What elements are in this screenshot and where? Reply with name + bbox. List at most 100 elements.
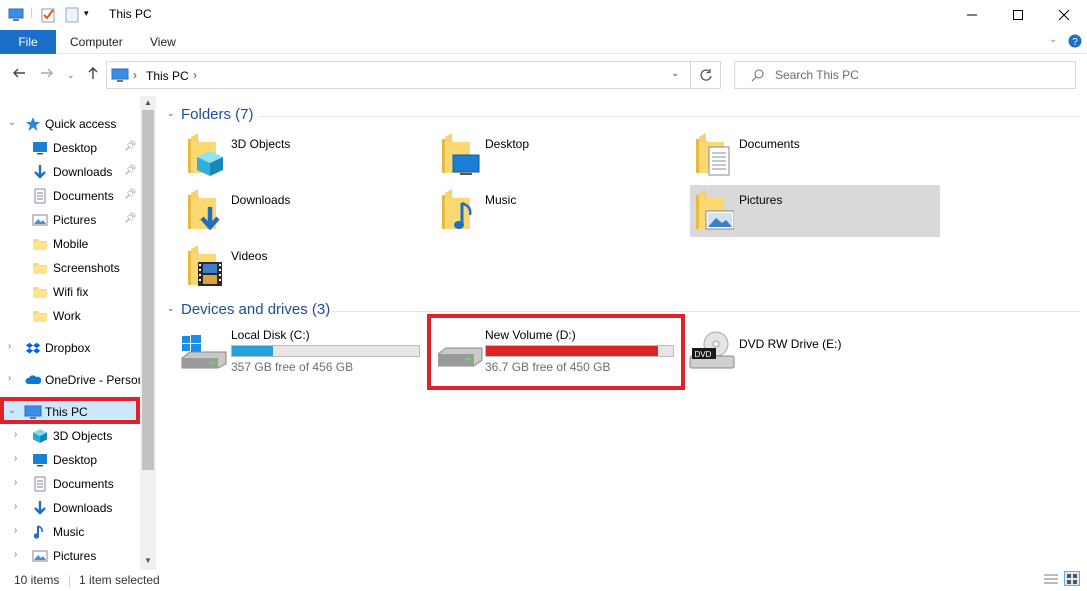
drive-dvd-rw-drive-e[interactable]: DVD DVD RW Drive (E:) <box>686 326 936 380</box>
chevron-right-icon[interactable]: › <box>14 429 17 440</box>
folder-desktop[interactable]: Desktop <box>436 129 686 181</box>
sidebar-item-label: Downloads <box>53 165 113 179</box>
folder-videos[interactable]: Videos <box>182 241 432 293</box>
downloads-icon <box>32 164 48 180</box>
drives-group-header[interactable]: Devices and drives (3) <box>181 301 330 318</box>
folder-3d-objects[interactable]: 3D Objects <box>182 129 432 181</box>
minimize-button[interactable] <box>949 0 995 30</box>
sidebar-item-screenshots[interactable]: Screenshots <box>0 257 140 279</box>
group-divider <box>260 116 1080 117</box>
help-icon[interactable]: ? <box>1068 34 1082 51</box>
tab-computer[interactable]: Computer <box>70 35 123 49</box>
sidebar-item-label: Pictures <box>53 213 97 227</box>
details-view-icon[interactable] <box>1043 572 1059 589</box>
chevron-right-icon[interactable]: › <box>14 525 17 536</box>
scrollbar-thumb[interactable] <box>142 110 154 470</box>
folder-icon <box>32 308 48 324</box>
sidebar-item-this-pc[interactable]: ⌄ This PC <box>0 401 140 423</box>
sidebar-item-documents[interactable]: Documents 📌︎ <box>0 185 140 207</box>
folder-label: Desktop <box>485 137 530 151</box>
chevron-right-icon[interactable]: › <box>14 453 17 464</box>
sidebar-item-pc-documents[interactable]: › Documents <box>0 473 140 495</box>
breadcrumb-separator-icon[interactable]: › <box>133 68 137 82</box>
sidebar-item-pc-music[interactable]: › Music <box>0 521 140 543</box>
item-count: 10 items <box>14 573 60 587</box>
forward-icon[interactable] <box>40 66 54 82</box>
ribbon-tabs: File Computer View ⌄ ? <box>0 30 1087 54</box>
sidebar-item-pictures[interactable]: Pictures 📌︎ <box>0 209 140 231</box>
sidebar-item-dropbox[interactable]: › Dropbox <box>0 337 140 359</box>
sidebar-item-mobile[interactable]: Mobile <box>0 233 140 255</box>
sidebar-item-wifi-fix[interactable]: Wifi fix <box>0 281 140 303</box>
new-folder-icon[interactable] <box>64 7 80 26</box>
scroll-up-icon[interactable]: ▲ <box>144 98 152 107</box>
pin-icon[interactable]: 📌︎ <box>124 165 137 176</box>
chevron-down-icon[interactable]: ⌄ <box>8 117 16 128</box>
back-icon[interactable] <box>12 66 26 82</box>
selection-count: 1 item selected <box>79 573 160 587</box>
properties-icon[interactable] <box>40 7 56 26</box>
drive-local-disk-c[interactable]: Local Disk (C:) 357 GB free of 456 GB <box>178 326 428 380</box>
sidebar-scrollbar[interactable]: ▲ ▼ <box>140 96 156 570</box>
svg-text:?: ? <box>1072 37 1078 48</box>
folder-pictures[interactable]: Pictures <box>690 185 940 237</box>
refresh-button[interactable] <box>691 61 721 89</box>
breadcrumb-this-pc[interactable]: This PC <box>146 69 189 83</box>
chevron-right-icon[interactable]: › <box>8 373 11 384</box>
sidebar-item-label: Desktop <box>53 453 98 467</box>
star-icon <box>25 116 41 132</box>
sidebar-item-pc-desktop[interactable]: › Desktop <box>0 449 140 471</box>
sidebar-item-label: Documents <box>53 477 114 491</box>
maximize-button[interactable] <box>995 0 1041 30</box>
folder-icon <box>32 284 48 300</box>
chevron-down-icon[interactable]: ⌄ <box>167 303 175 314</box>
downloads-folder-icon <box>186 189 226 233</box>
pin-icon[interactable]: 📌︎ <box>124 213 137 224</box>
chevron-down-icon[interactable]: ⌄ <box>8 405 16 416</box>
up-icon[interactable] <box>86 66 100 82</box>
sidebar-item-label: Wifi fix <box>53 285 89 299</box>
tab-file[interactable]: File <box>0 30 56 54</box>
chevron-right-icon[interactable]: › <box>8 341 11 352</box>
chevron-down-icon[interactable]: ⌄ <box>167 108 175 119</box>
chevron-right-icon[interactable]: › <box>14 501 17 512</box>
recent-locations-icon[interactable]: ⌄ <box>67 68 75 82</box>
folder-documents[interactable]: Documents <box>690 129 940 181</box>
drive-usage-bar <box>485 345 674 357</box>
folder-music[interactable]: Music <box>436 185 686 237</box>
scroll-down-icon[interactable]: ▼ <box>144 556 152 565</box>
large-icons-view-icon[interactable] <box>1064 571 1080 586</box>
tab-view[interactable]: View <box>150 35 176 49</box>
pin-icon[interactable]: 📌︎ <box>124 189 137 200</box>
folder-label: Videos <box>231 249 268 263</box>
sidebar-item-label: Pictures <box>53 549 97 563</box>
address-bar[interactable]: › This PC › ⌄ <box>106 61 691 89</box>
folder-label: Pictures <box>739 193 783 207</box>
drive-new-volume-d[interactable]: New Volume (D:) 36.7 GB free of 450 GB <box>432 326 682 380</box>
sidebar-item-work[interactable]: Work <box>0 305 140 327</box>
breadcrumb-separator-icon[interactable]: › <box>193 68 197 82</box>
windows-drive-icon <box>180 334 228 373</box>
drive-name: New Volume (D:) <box>485 328 576 342</box>
sidebar-item-label: Documents <box>53 189 114 203</box>
customize-toolbar-icon[interactable]: ▾ <box>84 8 89 19</box>
documents-icon <box>32 476 48 492</box>
sidebar-item-label: OneDrive - Persor <box>45 373 142 387</box>
chevron-right-icon[interactable]: › <box>14 477 17 488</box>
search-input[interactable]: Search This PC <box>734 61 1076 89</box>
sidebar-item-pc-3d-objects[interactable]: › 3D Objects <box>0 425 140 447</box>
sidebar-item-onedrive[interactable]: › OneDrive - Persor <box>0 369 142 391</box>
sidebar-item-pc-pictures[interactable]: › Pictures <box>0 545 140 567</box>
sidebar-item-pc-downloads[interactable]: › Downloads <box>0 497 140 519</box>
sidebar-item-downloads[interactable]: Downloads 📌︎ <box>0 161 140 183</box>
sidebar-item-quick-access[interactable]: ⌄ Quick access <box>0 113 140 135</box>
close-button[interactable] <box>1041 0 1087 30</box>
sidebar-item-desktop[interactable]: Desktop 📌︎ <box>0 137 140 159</box>
pictures-icon <box>32 212 48 228</box>
chevron-right-icon[interactable]: › <box>14 549 17 560</box>
address-dropdown-icon[interactable]: ⌄ <box>671 68 679 79</box>
expand-ribbon-icon[interactable]: ⌄ <box>1049 34 1057 45</box>
folders-group-header[interactable]: Folders (7) <box>181 106 254 123</box>
folder-downloads[interactable]: Downloads <box>182 185 432 237</box>
pin-icon[interactable]: 📌︎ <box>124 141 137 152</box>
